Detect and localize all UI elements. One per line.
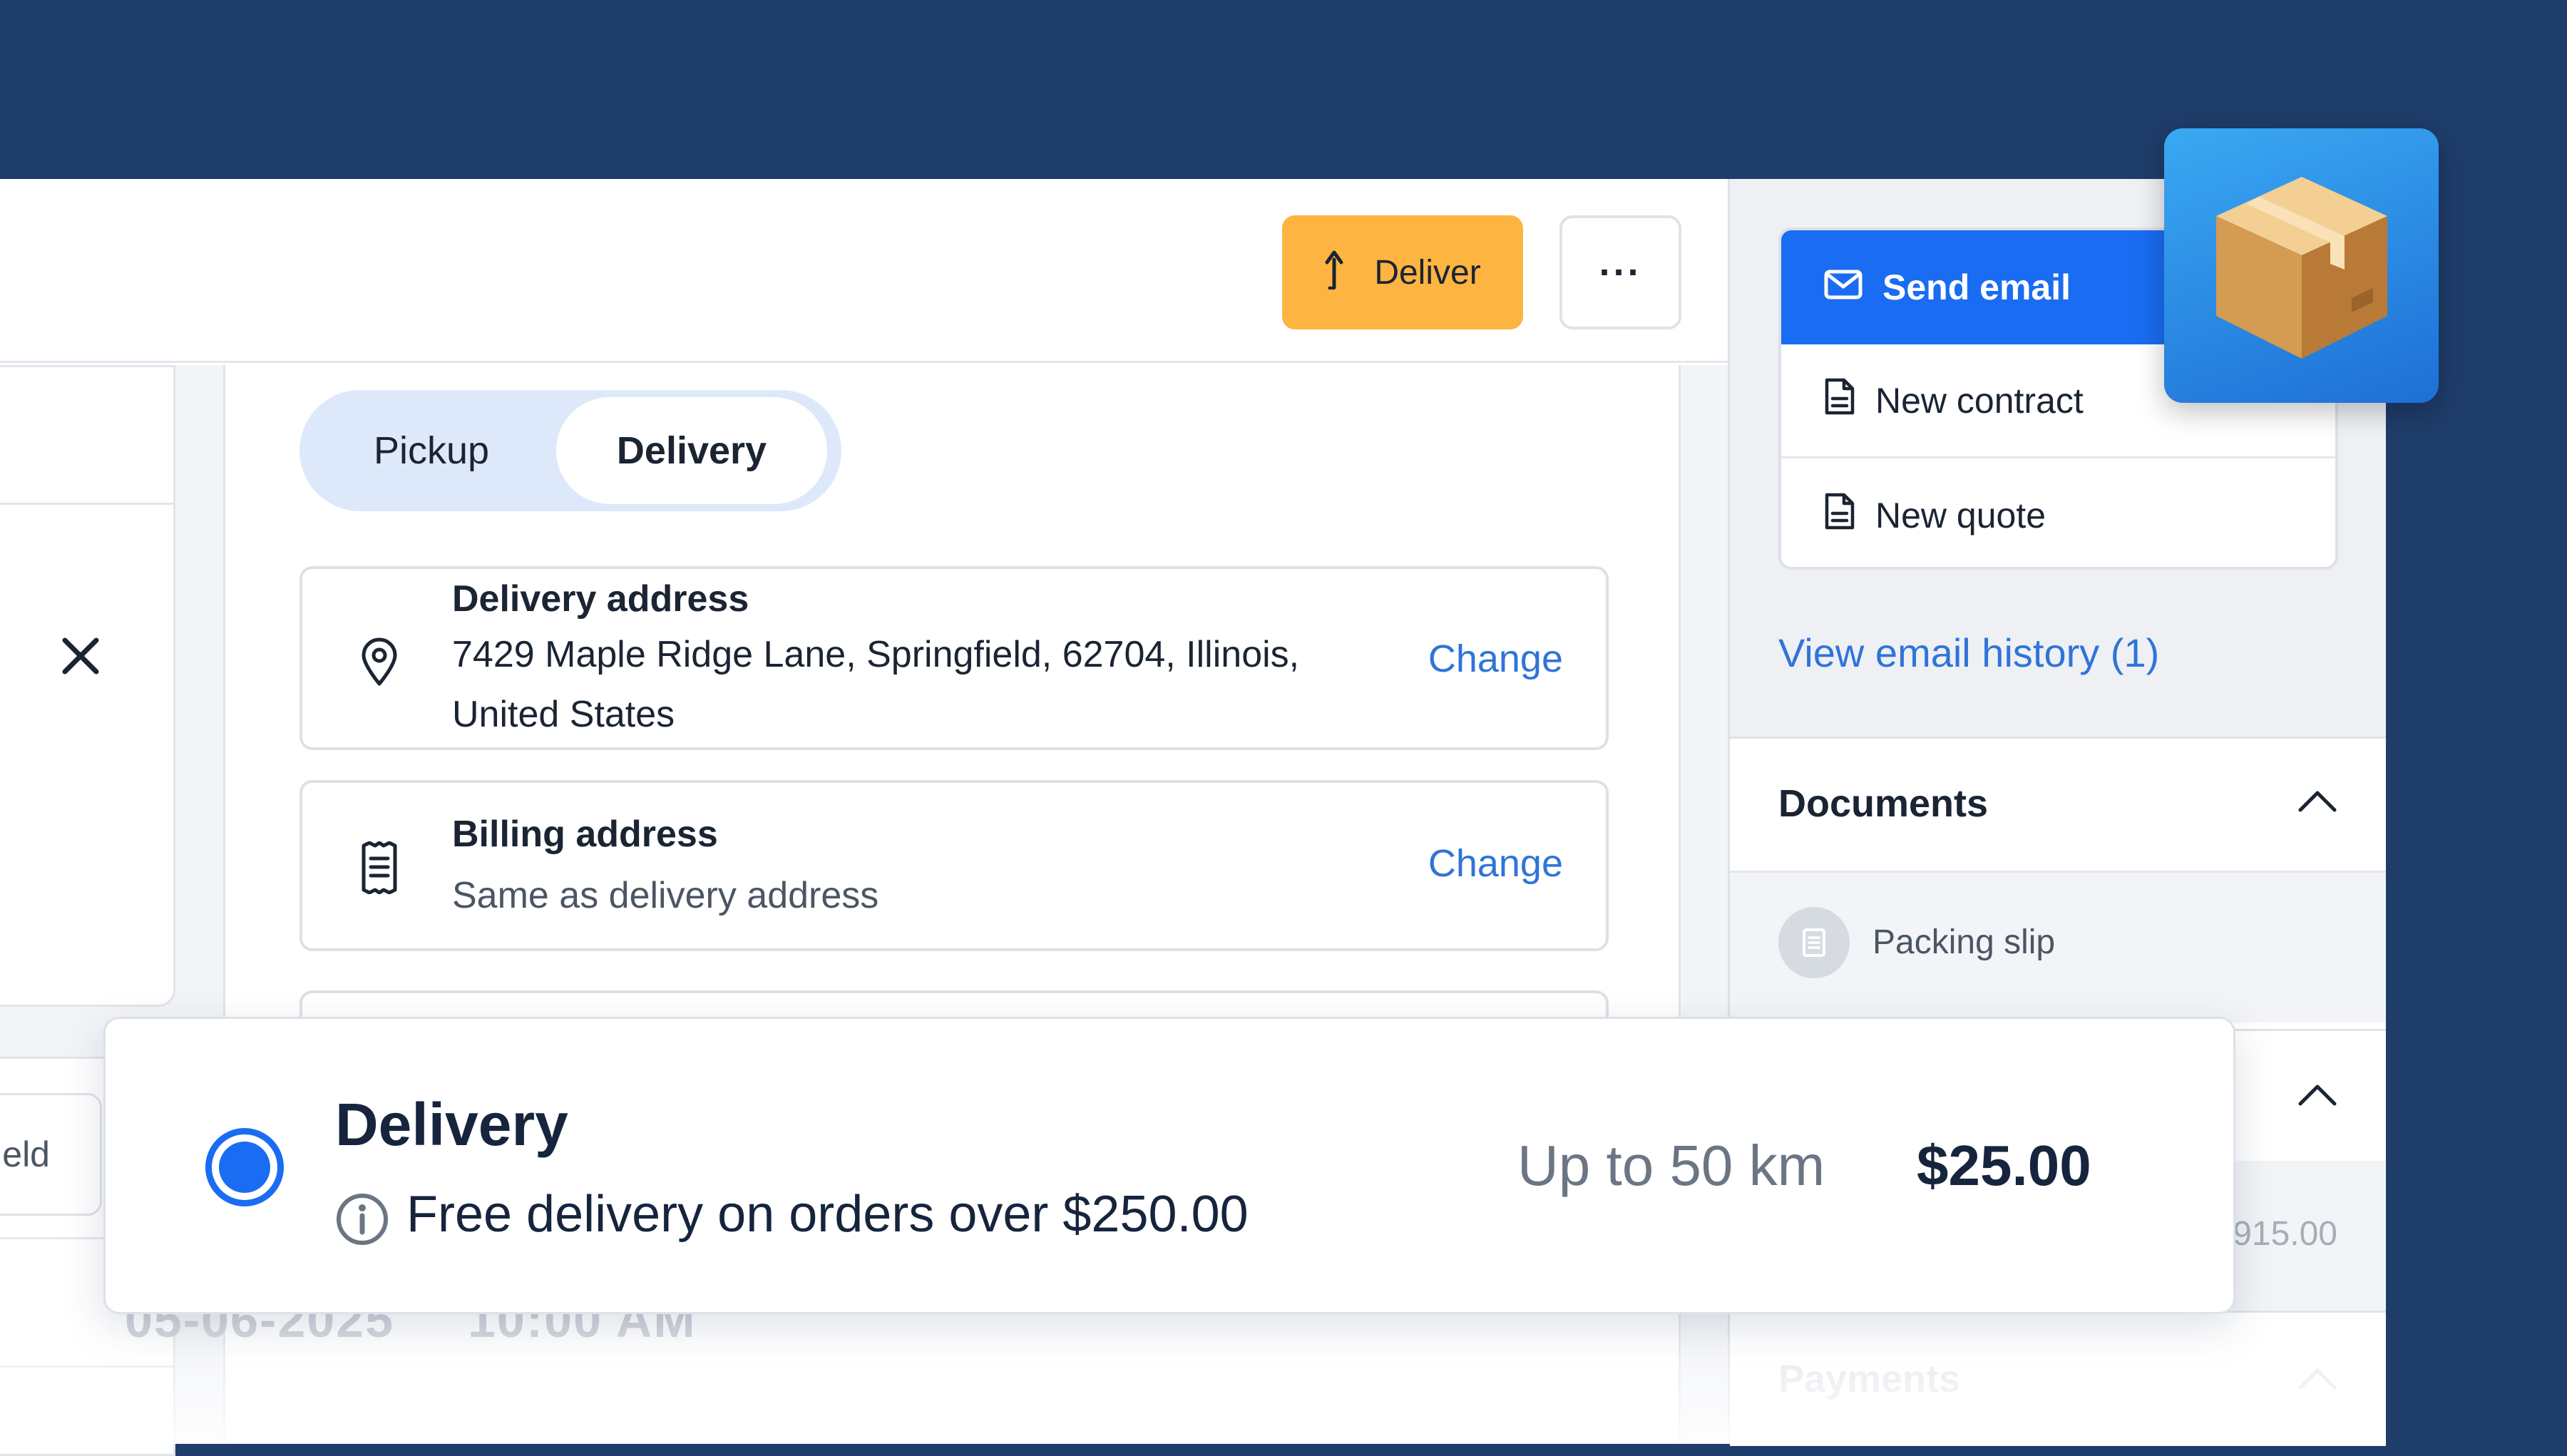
- close-icon[interactable]: [59, 624, 102, 688]
- delivery-option-note: Free delivery on orders over $250.00: [406, 1186, 1249, 1243]
- divider: [0, 1365, 173, 1368]
- document-item-label: Packing slip: [1872, 923, 2056, 961]
- package-box-icon: [2164, 128, 2439, 403]
- chevron-up-icon[interactable]: [2297, 789, 2337, 816]
- billing-address-card: Billing address Same as delivery address…: [299, 780, 1609, 951]
- more-options-label: ···: [1599, 251, 1642, 294]
- deliver-button[interactable]: Deliver: [1282, 215, 1523, 329]
- divider: [0, 503, 173, 505]
- document-icon: [1824, 377, 1855, 424]
- deliver-button-label: Deliver: [1374, 253, 1481, 292]
- chevron-up-icon[interactable]: [2297, 1366, 2337, 1394]
- payments-title: Payments: [1778, 1358, 1961, 1400]
- field-input-text: eld: [2, 1134, 50, 1174]
- documents-title: Documents: [1778, 782, 1989, 825]
- new-contract-label: New contract: [1875, 380, 2084, 421]
- fulfillment-toggle: Pickup Delivery: [299, 390, 841, 511]
- document-icon: [1824, 492, 1855, 539]
- payments-section: Payments: [1730, 1311, 2386, 1446]
- change-billing-address-link[interactable]: Change: [1428, 841, 1563, 886]
- billing-address-text: Same as delivery address: [452, 875, 879, 916]
- change-delivery-address-link[interactable]: Change: [1428, 637, 1563, 681]
- receipt-icon: [359, 841, 399, 898]
- field-input-partial[interactable]: eld: [0, 1093, 102, 1216]
- tab-delivery[interactable]: Delivery: [556, 397, 827, 504]
- delivery-address-line2: United States: [452, 694, 675, 735]
- toolbar: Deliver ···: [0, 179, 1728, 363]
- chevron-up-icon[interactable]: [2297, 1082, 2337, 1110]
- document-item[interactable]: Packing slip: [1730, 873, 2386, 1022]
- documents-section: Documents Packing slip: [1730, 737, 2386, 1029]
- delivery-option-title: Delivery: [335, 1091, 568, 1158]
- delivery-address-line1: 7429 Maple Ridge Lane, Springfield, 6270…: [452, 634, 1300, 675]
- info-icon: [335, 1192, 389, 1250]
- left-card: [0, 365, 175, 1007]
- document-icon: [1778, 907, 1850, 978]
- radio-selected-dot: [219, 1142, 270, 1193]
- envelope-icon: [1824, 267, 1863, 308]
- summary-amount: 915.00: [2233, 1215, 2337, 1253]
- send-email-label: Send email: [1882, 267, 2071, 307]
- map-pin-icon: [359, 637, 399, 690]
- delivery-address-title: Delivery address: [452, 578, 749, 620]
- delivery-option-card[interactable]: Delivery Free delivery on orders over $2…: [103, 1017, 2235, 1314]
- new-quote-button[interactable]: New quote: [1781, 458, 2335, 567]
- delivery-option-price: $25.00: [1917, 1134, 2091, 1197]
- new-quote-label: New quote: [1875, 496, 2046, 535]
- view-email-history-link[interactable]: View email history (1): [1778, 630, 2159, 676]
- arrow-up-turn-icon: [1324, 247, 1353, 298]
- more-options-button[interactable]: ···: [1559, 215, 1681, 329]
- delivery-address-card: Delivery address 7429 Maple Ridge Lane, …: [299, 566, 1609, 750]
- billing-address-title: Billing address: [452, 814, 718, 855]
- tab-pickup[interactable]: Pickup: [307, 397, 556, 504]
- delivery-option-radio[interactable]: [205, 1128, 284, 1206]
- delivery-option-range: Up to 50 km: [1517, 1134, 1825, 1197]
